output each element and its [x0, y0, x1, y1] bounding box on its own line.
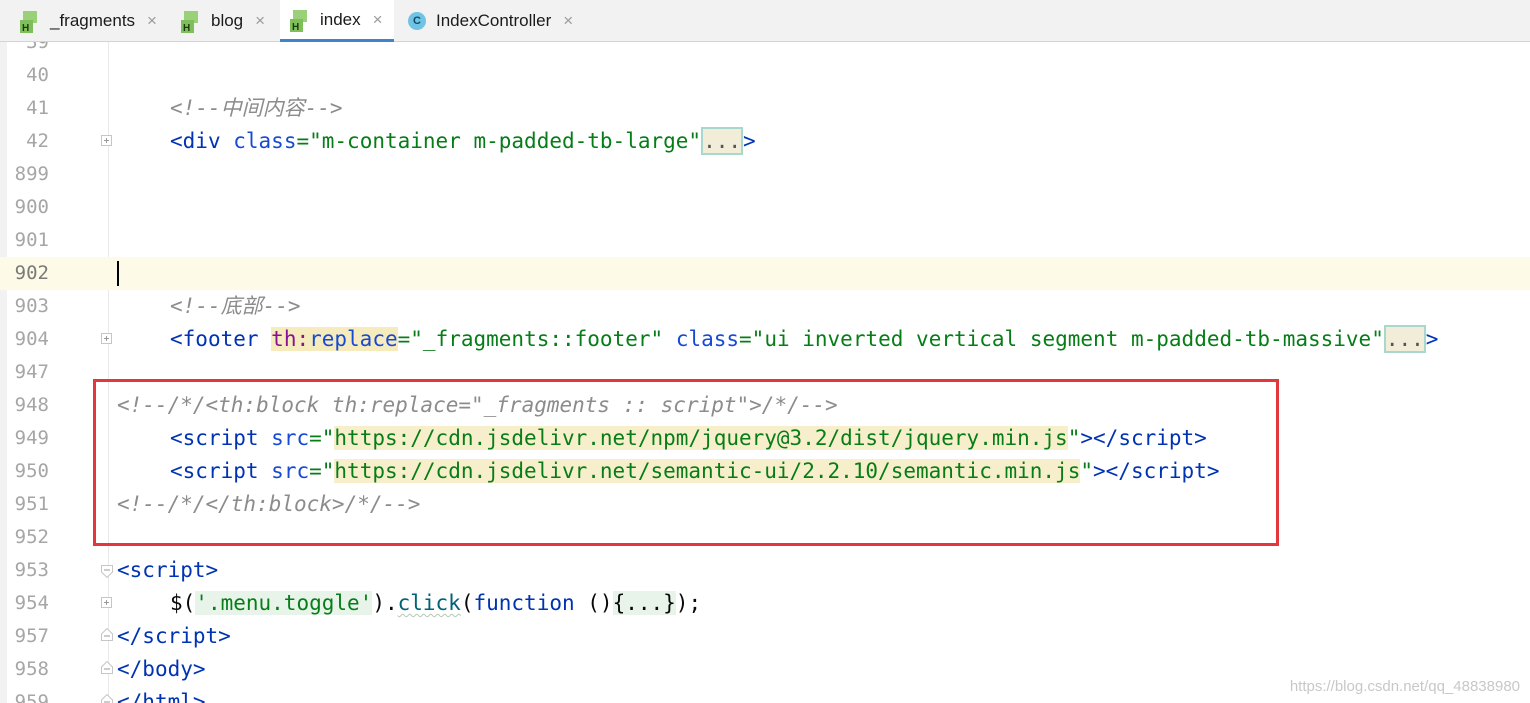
- line-number: 957: [14, 625, 49, 647]
- line-number: 952: [14, 526, 49, 548]
- code-text: <footer th:replace="_fragments::footer" …: [170, 325, 1439, 353]
- line-number: 902: [14, 262, 49, 284]
- tab-blog[interactable]: H blog ×: [181, 0, 265, 42]
- tab-label: _fragments: [50, 11, 136, 30]
- line-number: 950: [14, 460, 49, 482]
- fold-expand-icon[interactable]: [101, 135, 112, 146]
- code-line: 41 <!--中间内容-->: [0, 92, 1530, 125]
- watermark: https://blog.csdn.net/qq_48838980: [1289, 678, 1520, 695]
- line-number: 953: [14, 559, 49, 581]
- fold-expand-icon[interactable]: [101, 333, 112, 344]
- line-number: 900: [14, 196, 49, 218]
- fold-end-icon[interactable]: [101, 628, 113, 641]
- code-line: 954 $('.menu.toggle').click(function (){…: [0, 587, 1530, 620]
- current-line: 902: [0, 257, 1530, 290]
- code-line: 899: [0, 158, 1530, 191]
- code-line: 39: [0, 42, 1530, 59]
- code-line: 953 <script>: [0, 554, 1530, 587]
- editor-tab-bar: H _fragments × H blog × H index × C Inde…: [0, 0, 1530, 42]
- code-text: </body>: [117, 657, 206, 681]
- code-line: 901: [0, 224, 1530, 257]
- line-number: 40: [26, 64, 49, 86]
- red-highlight-box: [93, 379, 1279, 546]
- line-number: 39: [26, 42, 49, 53]
- line-number: 958: [14, 658, 49, 680]
- code-text: $('.menu.toggle').click(function (){...}…: [170, 591, 702, 615]
- line-number: 954: [14, 592, 49, 614]
- close-icon[interactable]: ×: [147, 11, 157, 31]
- close-icon[interactable]: ×: [373, 10, 383, 30]
- line-number: 948: [14, 394, 49, 416]
- tab-label: blog: [211, 11, 244, 30]
- code-line: 42 <div class="m-container m-padded-tb-l…: [0, 125, 1530, 158]
- code-text: </script>: [117, 624, 231, 648]
- fold-end-icon[interactable]: [101, 694, 113, 703]
- line-number: 949: [14, 427, 49, 449]
- close-icon[interactable]: ×: [563, 11, 573, 31]
- svg-text:H: H: [292, 22, 299, 32]
- html-file-icon: H: [290, 8, 312, 32]
- line-number: 42: [26, 130, 49, 152]
- tab-indexcontroller[interactable]: C IndexController ×: [408, 0, 573, 42]
- code-text: <script>: [117, 558, 219, 582]
- text-caret: [117, 261, 119, 286]
- folded-region[interactable]: ...: [1383, 325, 1426, 353]
- fold-collapse-icon[interactable]: [101, 565, 113, 578]
- line-number: 899: [14, 163, 49, 185]
- code-line: 904 <footer th:replace="_fragments::foot…: [0, 323, 1530, 356]
- fold-end-icon[interactable]: [101, 661, 113, 674]
- html-file-icon: H: [20, 9, 42, 33]
- html-comment: <!--中间内容-->: [170, 96, 343, 120]
- svg-text:H: H: [183, 23, 190, 33]
- line-number: 951: [14, 493, 49, 515]
- line-number: 901: [14, 229, 49, 251]
- code-line: 903 <!--底部-->: [0, 290, 1530, 323]
- code-line: 957 </script>: [0, 620, 1530, 653]
- tab-index[interactable]: H index ×: [280, 0, 394, 42]
- html-comment: <!--底部-->: [170, 294, 301, 318]
- close-icon[interactable]: ×: [255, 11, 265, 31]
- tab-fragments[interactable]: H _fragments ×: [20, 0, 157, 42]
- tab-label: IndexController: [436, 11, 552, 30]
- line-number: 959: [14, 691, 49, 703]
- tab-label: index: [320, 9, 361, 29]
- line-number: 41: [26, 97, 49, 119]
- code-editor[interactable]: 39 40 41 <!--中间内容--> 42 <div class="m-co…: [0, 42, 1530, 703]
- class-icon: C: [408, 12, 426, 30]
- code-text: <div class="m-container m-padded-tb-larg…: [170, 127, 756, 155]
- code-line: 900: [0, 191, 1530, 224]
- folded-region[interactable]: {...}: [612, 591, 676, 615]
- line-number: 904: [14, 328, 49, 350]
- code-line: 40: [0, 59, 1530, 92]
- code-text: </html>: [117, 690, 206, 703]
- line-number: 903: [14, 295, 49, 317]
- folded-region[interactable]: ...: [701, 127, 744, 155]
- fold-expand-icon[interactable]: [101, 597, 112, 608]
- line-number: 947: [14, 361, 49, 383]
- svg-text:H: H: [22, 23, 29, 33]
- html-file-icon: H: [181, 9, 203, 33]
